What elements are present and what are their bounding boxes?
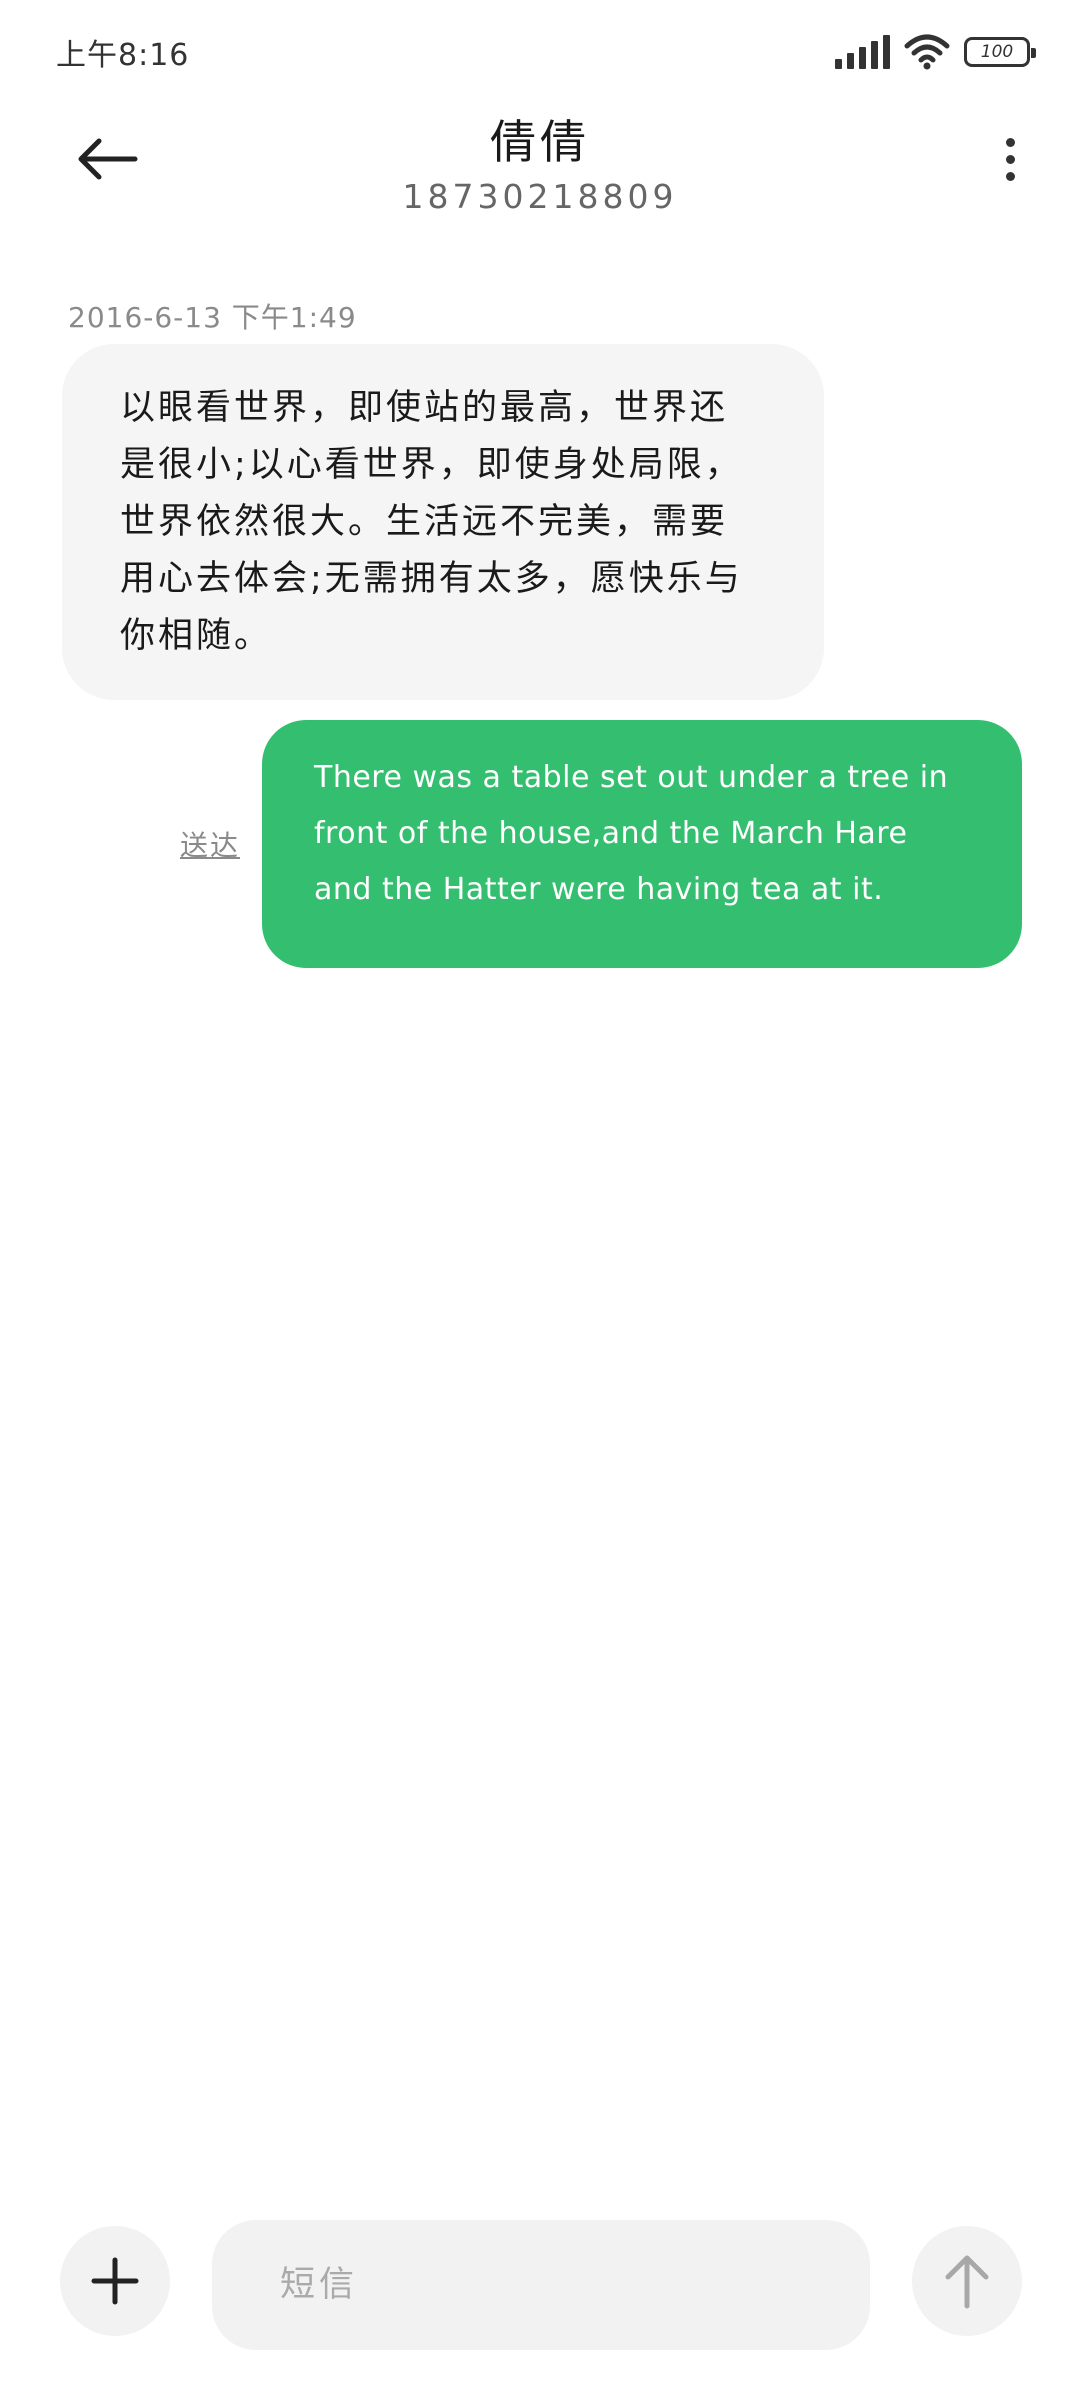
send-button[interactable] xyxy=(912,2226,1022,2336)
outgoing-message-bubble[interactable]: There was a table set out under a tree i… xyxy=(262,720,1022,968)
contact-name: 倩倩 xyxy=(490,115,590,169)
outgoing-message-text: There was a table set out under a tree i… xyxy=(314,760,949,907)
more-options-button[interactable] xyxy=(980,124,1040,194)
incoming-message-text: 以眼看世界，即使站的最高，世界还是很小;以心看世界，即使身处局限，世界依然很大。… xyxy=(120,388,743,656)
contact-info[interactable]: 倩倩 18730218809 xyxy=(240,110,840,220)
arrow-up-icon xyxy=(945,2255,989,2309)
message-input[interactable] xyxy=(278,2264,838,2306)
more-vertical-icon-dot xyxy=(1005,137,1015,147)
conversation-header: 倩倩 18730218809 xyxy=(0,100,1080,240)
status-time: 上午8:16 xyxy=(56,38,190,73)
status-bar: 上午8:16 100 xyxy=(0,0,1080,100)
signal-icon xyxy=(835,35,890,69)
wifi-icon xyxy=(904,34,950,70)
battery-icon: 100 xyxy=(964,37,1036,67)
message-timestamp: 2016-6-13 下午1:49 xyxy=(68,301,357,334)
contact-number: 18730218809 xyxy=(402,177,678,216)
back-button[interactable] xyxy=(62,124,152,194)
delivery-status: 送达 xyxy=(180,829,241,862)
plus-icon xyxy=(91,2257,139,2305)
status-icons: 100 xyxy=(835,32,1036,72)
more-vertical-icon-dot xyxy=(1005,154,1015,164)
message-composer xyxy=(0,2220,1080,2360)
incoming-message-bubble[interactable]: 以眼看世界，即使站的最高，世界还是很小;以心看世界，即使身处局限，世界依然很大。… xyxy=(62,344,824,700)
battery-level: 100 xyxy=(980,42,1014,62)
attach-button[interactable] xyxy=(60,2226,170,2336)
message-input-container[interactable] xyxy=(212,2220,870,2350)
more-vertical-icon-dot xyxy=(1005,171,1015,181)
arrow-left-icon xyxy=(78,138,138,180)
